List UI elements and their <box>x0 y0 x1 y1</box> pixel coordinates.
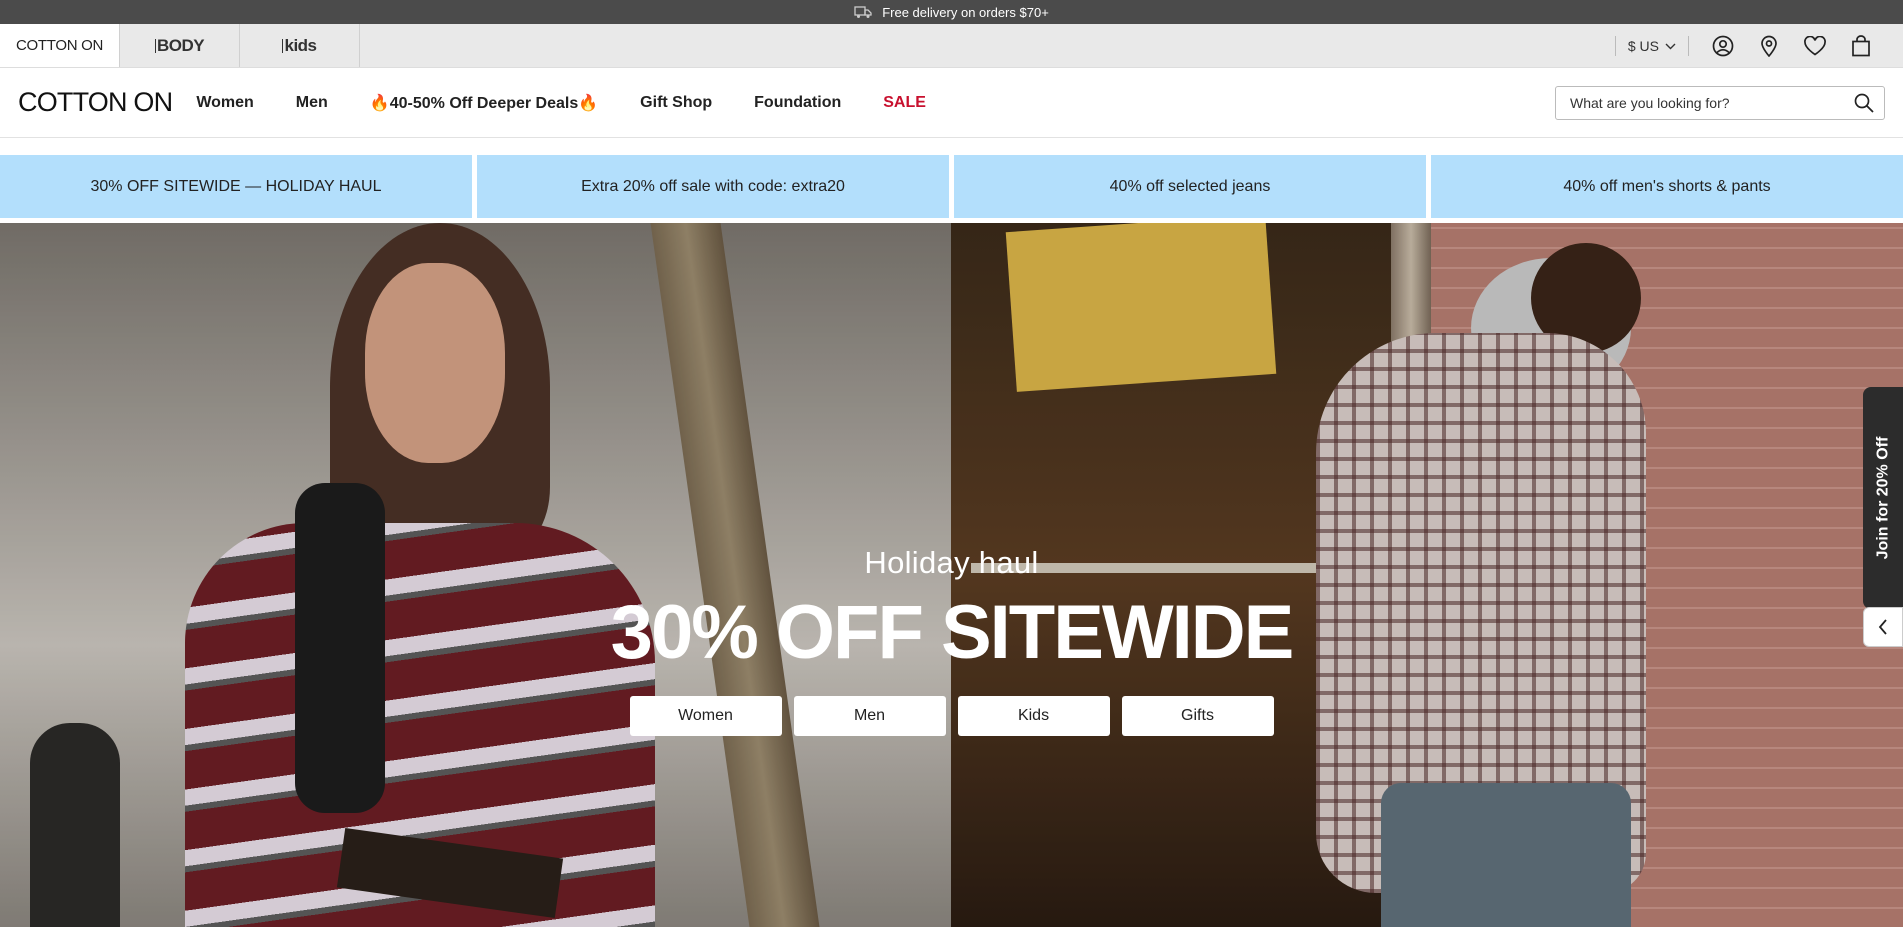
promo-tile[interactable]: 40% off selected jeans <box>954 155 1426 218</box>
search-icon[interactable] <box>1854 93 1874 113</box>
chevron-left-icon <box>1878 619 1887 635</box>
delivery-banner: Free delivery on orders $70+ <box>0 0 1903 24</box>
promo-tile[interactable]: 30% OFF SITEWIDE — HOLIDAY HAUL <box>0 155 472 218</box>
chevron-down-icon <box>1665 43 1676 49</box>
promo-strip: 30% OFF SITEWIDE — HOLIDAY HAUL Extra 20… <box>0 155 1903 218</box>
main-navigation: COTTON ON Women Men 🔥40-50% Off Deeper D… <box>0 68 1903 138</box>
account-icon[interactable] <box>1711 34 1735 58</box>
brand-tab-body[interactable]: BODY <box>120 24 240 67</box>
nav-links: Women Men 🔥40-50% Off Deeper Deals🔥 Gift… <box>196 93 968 113</box>
nav-item-sale[interactable]: SALE <box>883 94 926 112</box>
brand-switcher: COTTON ON BODY kids $ US <box>0 24 1903 68</box>
nav-item-women[interactable]: Women <box>196 94 253 112</box>
side-tab-toggle[interactable] <box>1863 607 1903 647</box>
shop-women-button[interactable]: Women <box>629 696 782 736</box>
hero-content: Holiday haul 30% OFF SITEWIDE Women Men … <box>0 223 1903 927</box>
wishlist-icon[interactable] <box>1803 34 1827 58</box>
shop-men-button[interactable]: Men <box>793 696 946 736</box>
join-offer-label: Join for 20% Off <box>1874 436 1891 560</box>
nav-item-foundation[interactable]: Foundation <box>754 94 841 112</box>
join-offer-tab[interactable]: Join for 20% Off <box>1863 387 1903 609</box>
promo-tile[interactable]: Extra 20% off sale with code: extra20 <box>477 155 949 218</box>
shop-kids-button[interactable]: Kids <box>957 696 1110 736</box>
promo-tile[interactable]: 40% off men's shorts & pants <box>1431 155 1903 218</box>
hero-subtitle: Holiday haul <box>864 545 1039 580</box>
nav-item-gift-shop[interactable]: Gift Shop <box>640 94 712 112</box>
search-input[interactable] <box>1570 95 1854 111</box>
hero-banner: Holiday haul 30% OFF SITEWIDE Women Men … <box>0 223 1903 927</box>
shop-gifts-button[interactable]: Gifts <box>1121 696 1274 736</box>
site-logo[interactable]: COTTON ON <box>18 87 173 118</box>
brand-tab-cotton-on[interactable]: COTTON ON <box>0 24 120 67</box>
hero-cta-row: Women Men Kids Gifts <box>0 696 1903 736</box>
store-locator-icon[interactable] <box>1757 34 1781 58</box>
hero-title: 30% OFF SITEWIDE <box>610 590 1295 675</box>
delivery-text: Free delivery on orders $70+ <box>882 4 1049 20</box>
nav-item-deeper-deals[interactable]: 🔥40-50% Off Deeper Deals🔥 <box>370 93 598 113</box>
brand-tab-kids[interactable]: kids <box>240 24 360 67</box>
currency-label: $ US <box>1627 38 1659 54</box>
bag-icon[interactable] <box>1849 34 1873 58</box>
truck-icon <box>854 6 872 18</box>
nav-item-men[interactable]: Men <box>296 94 328 112</box>
currency-selector[interactable]: $ US <box>1614 36 1689 56</box>
utility-nav: $ US <box>1614 24 1873 68</box>
search-box <box>1555 86 1885 120</box>
